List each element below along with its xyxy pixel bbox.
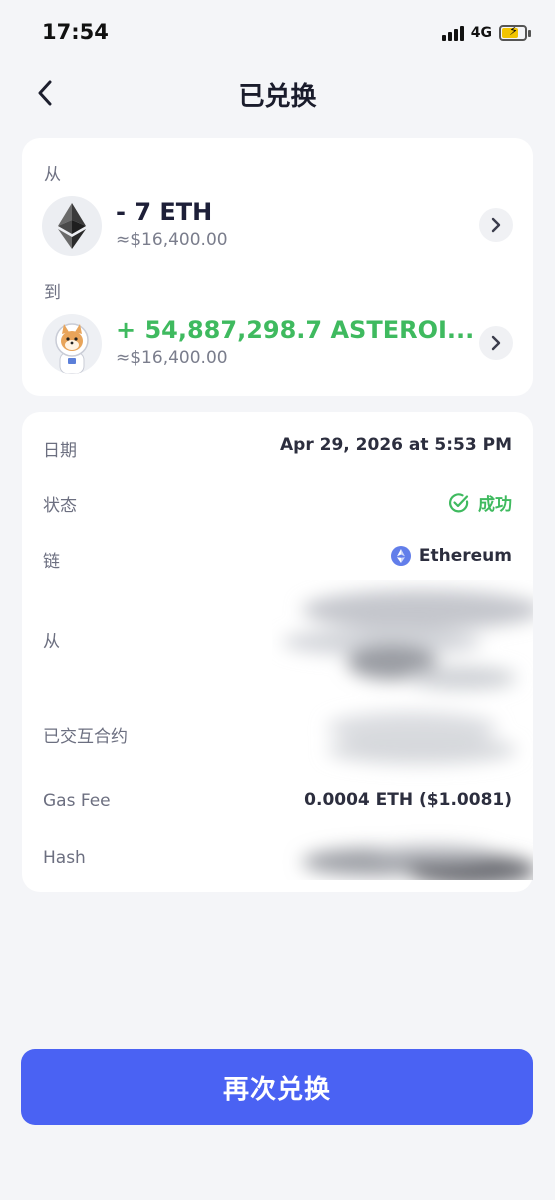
contract-row: 已交互合约: [43, 718, 512, 748]
chain-row: 链 Ethereum: [43, 543, 512, 573]
date-row: 日期 Apr 29, 2026 at 5:53 PM: [43, 432, 512, 462]
ethereum-logo-icon: [42, 196, 102, 256]
network-type: 4G: [470, 25, 492, 41]
status-row: 状态 成功: [43, 487, 512, 517]
hash-row: Hash: [43, 844, 512, 874]
to-token-detail-button[interactable]: [479, 326, 513, 360]
status-bar: 17:54 4G ⚡: [0, 0, 555, 64]
from-token-row[interactable]: - 7 ETH ≈$16,400.00: [42, 196, 513, 260]
transaction-details-card: 日期 Apr 29, 2026 at 5:53 PM 状态 成功 链 Ether…: [22, 412, 533, 892]
nav-bar: 已兑换: [0, 64, 555, 124]
status-time: 17:54: [42, 20, 109, 44]
chain-label: 链: [43, 552, 60, 572]
from-token-amount: - 7 ETH: [116, 198, 213, 226]
date-value: Apr 29, 2026 at 5:53 PM: [280, 435, 512, 455]
swap-summary-card: 从 - 7 ETH ≈$16,400.00 到 + 54,887,298.7 A…: [22, 138, 533, 396]
gas-fee-label: Gas Fee: [43, 791, 111, 811]
gas-fee-value: 0.0004 ETH ($1.0081): [304, 790, 512, 810]
chain-value: Ethereum: [418, 546, 512, 566]
swap-again-button[interactable]: 再次兑换: [21, 1049, 533, 1125]
from-label: 从: [44, 165, 61, 185]
status-value-group: 成功: [448, 490, 512, 515]
contract-label: 已交互合约: [43, 727, 128, 747]
gas-fee-row: Gas Fee 0.0004 ETH ($1.0081): [43, 787, 512, 817]
from-address-row: 从: [43, 623, 512, 653]
success-check-icon: [449, 492, 469, 512]
date-label: 日期: [43, 441, 77, 461]
from-token-usd: ≈$16,400.00: [116, 230, 228, 250]
to-token-usd: ≈$16,400.00: [116, 348, 228, 368]
chain-value-group: Ethereum: [390, 546, 512, 566]
battery-tip: [528, 29, 531, 37]
hash-label: Hash: [43, 848, 86, 868]
status-icons: 4G ⚡: [441, 20, 531, 46]
status-label: 状态: [43, 496, 77, 516]
page-title: 已兑换: [238, 82, 317, 112]
to-token-row[interactable]: + 54,887,298.7 ASTEROI... ≈$16,400.00: [42, 314, 513, 378]
chevron-right-icon: [491, 217, 501, 233]
chevron-right-icon: [491, 335, 501, 351]
from-address-label: 从: [43, 632, 60, 652]
shiba-astronaut-icon: [42, 314, 102, 374]
ethereum-chain-icon: [390, 546, 411, 566]
status-value: 成功: [478, 495, 512, 515]
from-token-detail-button[interactable]: [479, 208, 513, 242]
to-token-amount: + 54,887,298.7 ASTEROI...: [116, 316, 475, 344]
to-label: 到: [44, 283, 61, 303]
battery-icon: ⚡: [499, 25, 527, 41]
signal-icon: [441, 25, 464, 41]
